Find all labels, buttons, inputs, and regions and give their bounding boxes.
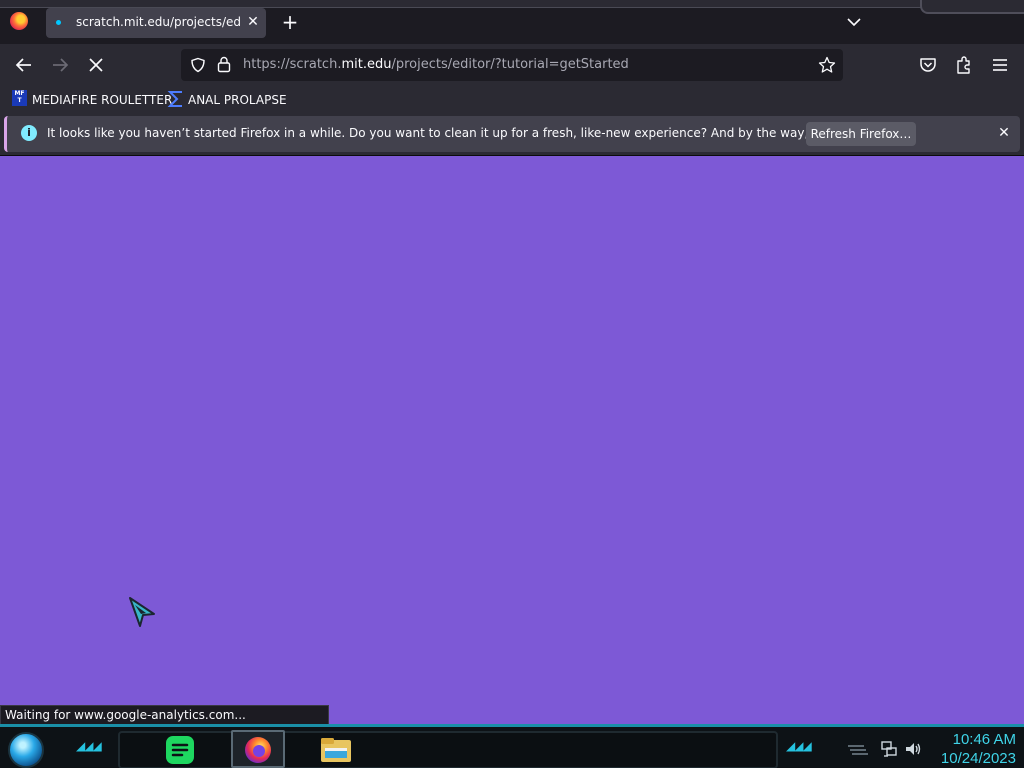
notification-message: It looks like you haven’t started Firefo… — [47, 126, 903, 140]
bookmark-star-icon[interactable] — [818, 56, 836, 74]
window-corner-decoration — [920, 0, 1024, 14]
bookmark-mediafire-rouletter[interactable]: MEDIAFIRE ROULETTER — [32, 90, 172, 110]
window-top-border — [0, 0, 1024, 8]
taskbar-decoration-right: ◢◢◢ — [786, 739, 812, 753]
taskbar: ◢◢◢ ◢◢◢ 10:46 AM 10/24/2023 — [0, 724, 1024, 768]
forward-arrow-icon[interactable] — [49, 54, 71, 76]
sigma-icon — [167, 91, 182, 107]
back-arrow-icon[interactable] — [13, 54, 35, 76]
status-bar: Waiting for www.google-analytics.com... — [0, 705, 329, 725]
url-scheme: https://scratch. — [243, 57, 342, 72]
show-hidden-icons-icon[interactable] — [846, 740, 868, 758]
stop-loading-icon[interactable] — [85, 54, 107, 76]
refresh-firefox-button[interactable]: Refresh Firefox… — [806, 122, 916, 146]
network-icon[interactable] — [880, 740, 898, 758]
bookmark-anal-prolapse[interactable]: ANAL PROLAPSE — [188, 90, 287, 110]
notification-container: i It looks like you haven’t started Fire… — [0, 112, 1024, 156]
spotify-icon[interactable] — [164, 734, 196, 766]
system-clock[interactable]: 10:46 AM 10/24/2023 — [930, 730, 1016, 768]
url-path: /projects/editor/?tutorial=getStarted — [391, 57, 629, 72]
url-text[interactable]: https://scratch.mit.edu/projects/editor/… — [243, 57, 629, 72]
navigation-toolbar: https://scratch.mit.edu/projects/editor/… — [0, 44, 1024, 86]
clock-date: 10/24/2023 — [940, 750, 1016, 767]
extensions-puzzle-icon[interactable] — [955, 55, 973, 75]
loading-indicator-icon — [56, 20, 61, 25]
firefox-icon[interactable] — [242, 734, 274, 766]
url-host: mit.edu — [341, 57, 392, 72]
tracking-protection-shield-icon[interactable] — [190, 57, 206, 73]
mouse-cursor-icon — [129, 597, 155, 627]
notification-close-button[interactable]: ✕ — [994, 123, 1014, 143]
mft-icon: MF T — [12, 90, 27, 106]
taskbar-app-frame — [118, 731, 778, 768]
info-icon: i — [21, 125, 37, 141]
pocket-icon[interactable] — [919, 56, 937, 74]
page-content-loading[interactable] — [0, 156, 1024, 724]
screen: scratch.mit.edu/projects/editor/?tutoria… — [0, 0, 1024, 768]
file-explorer-icon[interactable] — [319, 734, 353, 766]
start-button[interactable] — [8, 732, 44, 768]
tab-title: scratch.mit.edu/projects/editor/?tutoria… — [76, 15, 241, 29]
tab-active[interactable]: scratch.mit.edu/projects/editor/?tutoria… — [46, 8, 266, 38]
new-tab-button[interactable]: + — [280, 12, 300, 32]
firefox-menu-icon[interactable] — [10, 12, 28, 30]
volume-icon[interactable] — [904, 740, 922, 758]
taskbar-decoration-left: ◢◢◢ — [76, 739, 102, 753]
tab-close-button[interactable]: ✕ — [244, 12, 262, 32]
refresh-firefox-notification: i It looks like you haven’t started Fire… — [4, 116, 1020, 152]
bookmarks-toolbar: MF T MEDIAFIRE ROULETTER ANAL PROLAPSE — [0, 86, 1024, 112]
tab-strip: scratch.mit.edu/projects/editor/?tutoria… — [0, 0, 1024, 44]
url-bar[interactable]: https://scratch.mit.edu/projects/editor/… — [181, 49, 843, 81]
hamburger-menu-icon[interactable] — [991, 56, 1009, 74]
lock-icon[interactable] — [217, 56, 231, 73]
list-all-tabs-icon[interactable] — [845, 12, 863, 32]
clock-time: 10:46 AM — [952, 731, 1016, 748]
